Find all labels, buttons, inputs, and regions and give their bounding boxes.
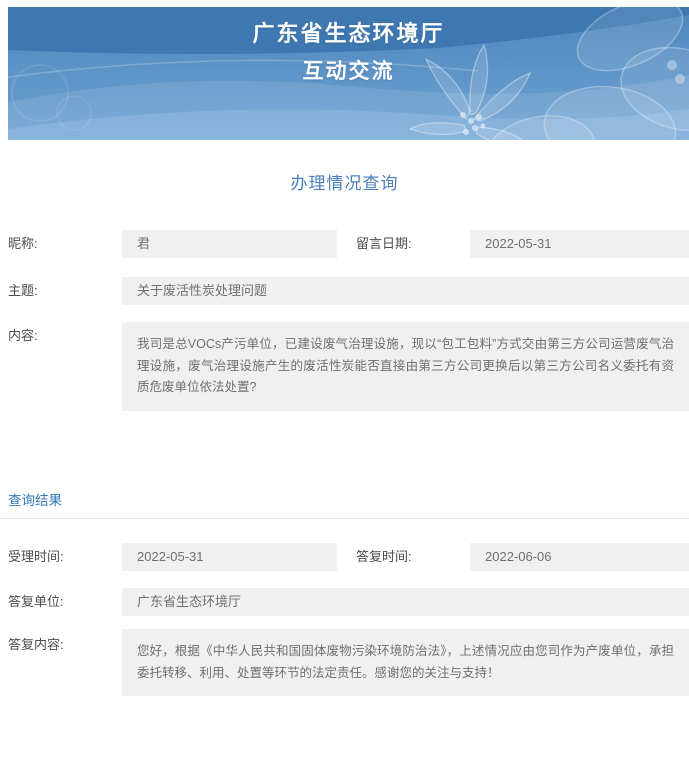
subject-label: 主题:	[8, 277, 38, 305]
message-date-label: 留言日期:	[356, 230, 412, 258]
reply-content-field: 您好，根据《中华人民共和国固体废物污染环境防治法》，上述情况应由您司作为产废单位…	[122, 629, 689, 696]
query-result-heading: 查询结果	[8, 491, 62, 511]
reply-content-label: 答复内容:	[8, 631, 64, 659]
accept-time-field: 2022-05-31	[122, 543, 337, 571]
page-title: 办理情况查询	[0, 169, 689, 194]
subject-field: 关于废活性炭处理问题	[122, 277, 689, 305]
nickname-field: 君	[122, 230, 337, 258]
reply-time-label: 答复时间:	[356, 543, 412, 571]
result-divider	[0, 518, 689, 519]
reply-time-field: 2022-06-06	[470, 543, 689, 571]
accept-time-label: 受理时间:	[8, 543, 64, 571]
banner-title: 广东省生态环境厅	[8, 16, 689, 48]
reply-unit-label: 答复单位:	[8, 588, 64, 616]
message-date-field: 2022-05-31	[470, 230, 689, 258]
content-label: 内容:	[8, 322, 38, 350]
page: 广东省生态环境厅 互动交流 办理情况查询 昵称: 君 留言日期: 2022-05…	[0, 0, 689, 760]
banner-subtitle: 互动交流	[8, 55, 689, 85]
content-field: 我司是总VOCs产污单位，已建设废气治理设施，现以“包工包料”方式交由第三方公司…	[122, 322, 689, 411]
nickname-label: 昵称:	[8, 230, 38, 258]
banner: 广东省生态环境厅 互动交流	[8, 7, 689, 140]
reply-unit-field: 广东省生态环境厅	[122, 588, 689, 616]
